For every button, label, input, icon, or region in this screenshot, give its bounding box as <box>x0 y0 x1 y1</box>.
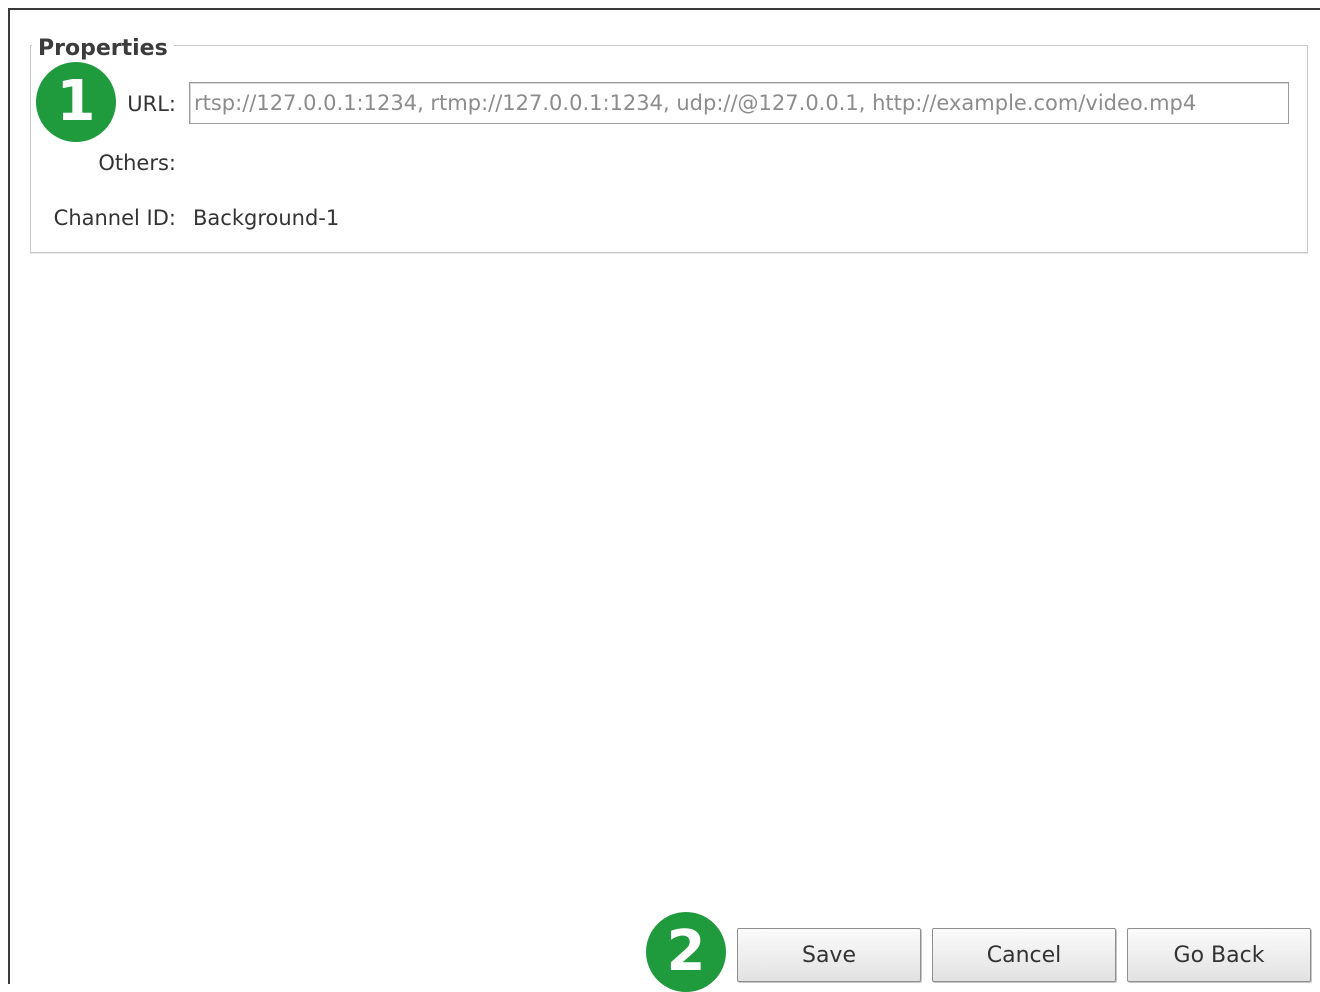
save-button[interactable]: Save <box>737 928 921 982</box>
others-label: Others: <box>98 151 176 175</box>
window-frame-top <box>9 8 1320 10</box>
go-back-button[interactable]: Go Back <box>1127 928 1311 982</box>
properties-window: Properties URL: Others: Channel ID: Back… <box>0 0 1320 992</box>
cancel-button[interactable]: Cancel <box>932 928 1116 982</box>
properties-legend: Properties <box>32 34 174 64</box>
callout-badge-2: 2 <box>646 912 726 992</box>
callout-badge-1: 1 <box>36 62 116 142</box>
channel-id-label: Channel ID: <box>53 206 176 230</box>
channel-id-value: Background-1 <box>193 206 340 230</box>
url-input[interactable] <box>189 82 1289 124</box>
